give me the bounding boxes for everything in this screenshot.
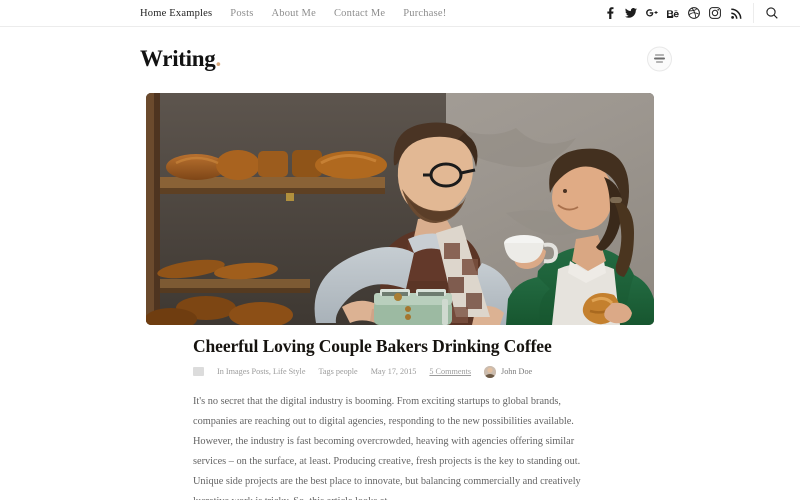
behance-icon[interactable] bbox=[667, 7, 679, 20]
search-icon[interactable] bbox=[762, 0, 782, 26]
post-author[interactable]: John Doe bbox=[484, 365, 533, 378]
nav-item-about-me[interactable]: About Me bbox=[271, 8, 315, 19]
nav-item-posts[interactable]: Posts bbox=[230, 8, 253, 19]
site-header: Writing. bbox=[0, 27, 800, 90]
post-content: Cheerful Loving Couple Bakers Drinking C… bbox=[193, 336, 607, 500]
twitter-icon[interactable] bbox=[625, 7, 637, 20]
facebook-icon[interactable] bbox=[604, 7, 616, 20]
avatar bbox=[484, 365, 497, 378]
nav-item-home-examples[interactable]: Home Examples bbox=[140, 8, 212, 19]
site-logo[interactable]: Writing. bbox=[140, 46, 221, 72]
instagram-icon[interactable] bbox=[709, 7, 721, 20]
post-meta: In Images Posts, Life Style Tags people … bbox=[193, 365, 607, 378]
format-icon bbox=[193, 367, 204, 377]
menu-toggle-button[interactable] bbox=[647, 46, 672, 71]
post-categories[interactable]: In Images Posts, Life Style bbox=[217, 367, 305, 376]
google-plus-icon[interactable] bbox=[646, 7, 658, 20]
post-comments-link[interactable]: 5 Comments bbox=[429, 367, 471, 376]
logo-dot: . bbox=[215, 45, 221, 71]
post-featured-image[interactable] bbox=[146, 93, 654, 325]
main-nav: Home Examples Posts About Me Contact Me … bbox=[140, 8, 446, 19]
post-excerpt: It's no secret that the digital industry… bbox=[193, 395, 581, 500]
dribbble-icon[interactable] bbox=[688, 7, 700, 20]
hamburger-icon bbox=[654, 54, 665, 63]
bakery-photo bbox=[146, 93, 654, 325]
top-navigation-bar: Home Examples Posts About Me Contact Me … bbox=[0, 0, 800, 27]
post-author-name: John Doe bbox=[501, 367, 533, 377]
logo-text: Writing bbox=[140, 45, 216, 71]
post-tags[interactable]: Tags people bbox=[318, 367, 357, 376]
rss-icon[interactable] bbox=[730, 7, 742, 20]
nav-item-contact-me[interactable]: Contact Me bbox=[334, 8, 385, 19]
toolbar-divider bbox=[753, 3, 754, 23]
post-date: May 17, 2015 bbox=[370, 367, 417, 377]
page-title[interactable]: Cheerful Loving Couple Bakers Drinking C… bbox=[193, 336, 607, 358]
social-links bbox=[604, 0, 742, 26]
blog-page: Home Examples Posts About Me Contact Me … bbox=[0, 0, 800, 500]
nav-item-purchase[interactable]: Purchase! bbox=[403, 8, 446, 19]
